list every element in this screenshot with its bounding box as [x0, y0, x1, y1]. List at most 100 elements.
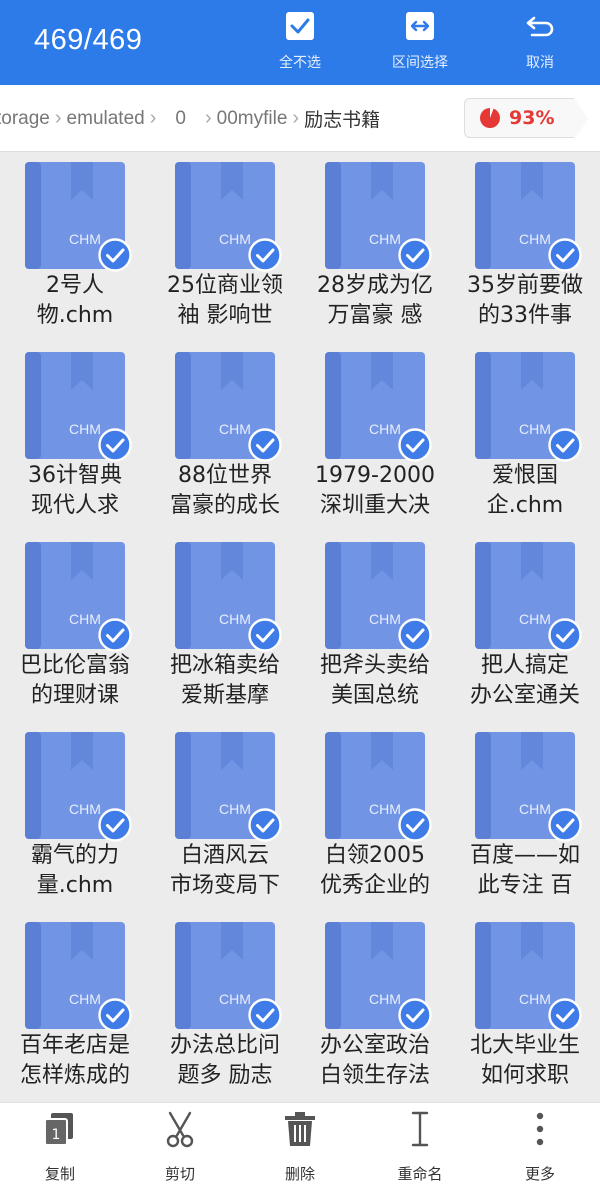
file-type-label: CHM: [369, 801, 401, 817]
selected-check-icon[interactable]: [248, 808, 282, 842]
file-grid: CHM 2号人 物.chm CHM 25位商业领袖 影响世 CHM 28岁成为亿 万富豪 感C…: [0, 152, 600, 1102]
file-item[interactable]: CHM 28岁成为亿 万富豪 感: [300, 152, 450, 342]
file-name: 把斧头卖给 美国总统: [304, 651, 446, 711]
bottom-toolbar: 1 复制 剪切 删除 重命名 更多: [0, 1102, 600, 1194]
file-type-label: CHM: [219, 231, 251, 247]
cancel-button[interactable]: 取消: [490, 10, 590, 76]
breadcrumb-item-storage[interactable]: torage: [0, 108, 54, 130]
file-name-line: 此专注 百: [477, 873, 573, 898]
file-item[interactable]: CHM 白酒风云市场变局下: [150, 722, 300, 912]
file-name-line: 优秀企业的: [319, 873, 430, 898]
file-name-line: 市场变局下: [169, 873, 280, 898]
rename-cursor-icon: [411, 1111, 429, 1147]
storage-usage-badge[interactable]: 93%: [464, 98, 588, 140]
file-name-line: 物.chm: [36, 303, 114, 328]
selected-check-icon[interactable]: [98, 998, 132, 1032]
selection-header: 469/469 全不选 区间选择 取消: [0, 0, 600, 85]
selected-check-icon[interactable]: [548, 998, 582, 1032]
file-name-line: 35岁前要做: [467, 273, 583, 298]
selected-check-icon[interactable]: [548, 618, 582, 652]
file-name-line: 量.chm: [36, 873, 114, 898]
file-item[interactable]: CHM 办法总比问 题多 励志: [150, 912, 300, 1102]
svg-text:1: 1: [52, 1127, 61, 1143]
file-name: 把人搞定 办公室通关: [454, 651, 596, 711]
file-type-label: CHM: [219, 801, 251, 817]
file-name-line: 办法总比问: [169, 1033, 280, 1058]
copy-button[interactable]: 1 复制: [0, 1109, 120, 1189]
file-item[interactable]: CHM 25位商业领袖 影响世: [150, 152, 300, 342]
selected-check-icon[interactable]: [248, 998, 282, 1032]
storage-percent: 93%: [509, 107, 555, 129]
file-type-label: CHM: [69, 231, 101, 247]
deselect-all-button[interactable]: 全不选: [250, 10, 350, 76]
file-item[interactable]: CHM 爱恨国 企.chm: [450, 342, 600, 532]
file-name-line: 88位世界: [178, 463, 272, 488]
more-label: 更多: [524, 1165, 555, 1183]
selected-check-icon[interactable]: [248, 238, 282, 272]
selected-check-icon[interactable]: [398, 238, 432, 272]
file-name-line: 爱恨国: [491, 463, 558, 488]
file-name: 巴比伦富翁 的理财课: [4, 651, 146, 711]
file-type-label: CHM: [69, 991, 101, 1007]
file-item[interactable]: CHM 把斧头卖给 美国总统: [300, 532, 450, 722]
file-type-label: CHM: [69, 611, 101, 627]
file-item[interactable]: CHM 35岁前要做 的33件事: [450, 152, 600, 342]
file-type-label: CHM: [69, 801, 101, 817]
selected-check-icon[interactable]: [548, 808, 582, 842]
file-item[interactable]: CHM 办公室政治 白领生存法: [300, 912, 450, 1102]
selected-check-icon[interactable]: [98, 428, 132, 462]
deselect-all-label: 全不选: [279, 55, 321, 71]
file-item[interactable]: CHM 88位世界 富豪的成长: [150, 342, 300, 532]
file-item[interactable]: CHM 1979-2000 深圳重大决: [300, 342, 450, 532]
file-item[interactable]: CHM 巴比伦富翁 的理财课: [0, 532, 150, 722]
file-item[interactable]: CHM 2号人 物.chm: [0, 152, 150, 342]
selected-check-icon[interactable]: [248, 428, 282, 462]
file-name: 36计智典 现代人求: [4, 461, 146, 521]
file-item[interactable]: CHM 百年老店是 怎样炼成的: [0, 912, 150, 1102]
file-name-line: 白领生存法: [319, 1063, 430, 1088]
breadcrumb-item-emulated[interactable]: emulated: [63, 108, 149, 130]
selected-check-icon[interactable]: [248, 618, 282, 652]
file-type-label: CHM: [519, 801, 551, 817]
file-name-line: 袖 影响世: [177, 303, 273, 328]
more-button[interactable]: 更多: [480, 1109, 600, 1189]
rename-button[interactable]: 重命名: [360, 1109, 480, 1189]
selected-check-icon[interactable]: [398, 808, 432, 842]
selected-check-icon[interactable]: [548, 428, 582, 462]
selected-check-icon[interactable]: [398, 428, 432, 462]
breadcrumb-item-current[interactable]: 励志书籍: [300, 105, 384, 132]
cut-button[interactable]: 剪切: [120, 1109, 240, 1189]
file-item[interactable]: CHM 北大毕业生 如何求职: [450, 912, 600, 1102]
file-name-line: 把斧头卖给: [319, 653, 430, 678]
selected-check-icon[interactable]: [98, 808, 132, 842]
file-name-line: 25位商业领: [167, 273, 283, 298]
chevron-right-icon: ›: [54, 107, 62, 129]
breadcrumb-item-00myfile[interactable]: 00myfile: [213, 108, 292, 130]
delete-button[interactable]: 删除: [240, 1109, 360, 1189]
file-name-line: 霸气的力: [30, 843, 119, 868]
selected-check-icon[interactable]: [98, 618, 132, 652]
file-type-label: CHM: [219, 611, 251, 627]
pie-chart-icon: [480, 107, 500, 128]
range-select-button[interactable]: 区间选择: [370, 10, 470, 76]
breadcrumb-item-0[interactable]: 0: [157, 108, 204, 130]
file-name-line: 如何求职: [480, 1063, 569, 1088]
cut-label: 剪切: [164, 1165, 195, 1183]
file-item[interactable]: CHM 百度——如 此专注 百: [450, 722, 600, 912]
file-item[interactable]: CHM 把冰箱卖给 爱斯基摩: [150, 532, 300, 722]
file-name-line: 白酒风云: [180, 843, 269, 868]
cancel-return-icon: [526, 16, 554, 37]
file-name: 白酒风云 市场变局下: [154, 841, 296, 901]
selected-check-icon[interactable]: [98, 238, 132, 272]
file-item[interactable]: CHM 霸气的力量.chm: [0, 722, 150, 912]
selected-check-icon[interactable]: [398, 618, 432, 652]
file-type-label: CHM: [519, 231, 551, 247]
selected-check-icon[interactable]: [548, 238, 582, 272]
selection-count: 469/469: [34, 24, 143, 56]
file-item[interactable]: CHM 36计智典 现代人求: [0, 342, 150, 532]
copy-icon: 1: [44, 1113, 73, 1146]
file-item[interactable]: CHM 白领2005 优秀企业的: [300, 722, 450, 912]
selected-check-icon[interactable]: [398, 998, 432, 1032]
delete-label: 删除: [284, 1165, 315, 1183]
file-item[interactable]: CHM 把人搞定 办公室通关: [450, 532, 600, 722]
